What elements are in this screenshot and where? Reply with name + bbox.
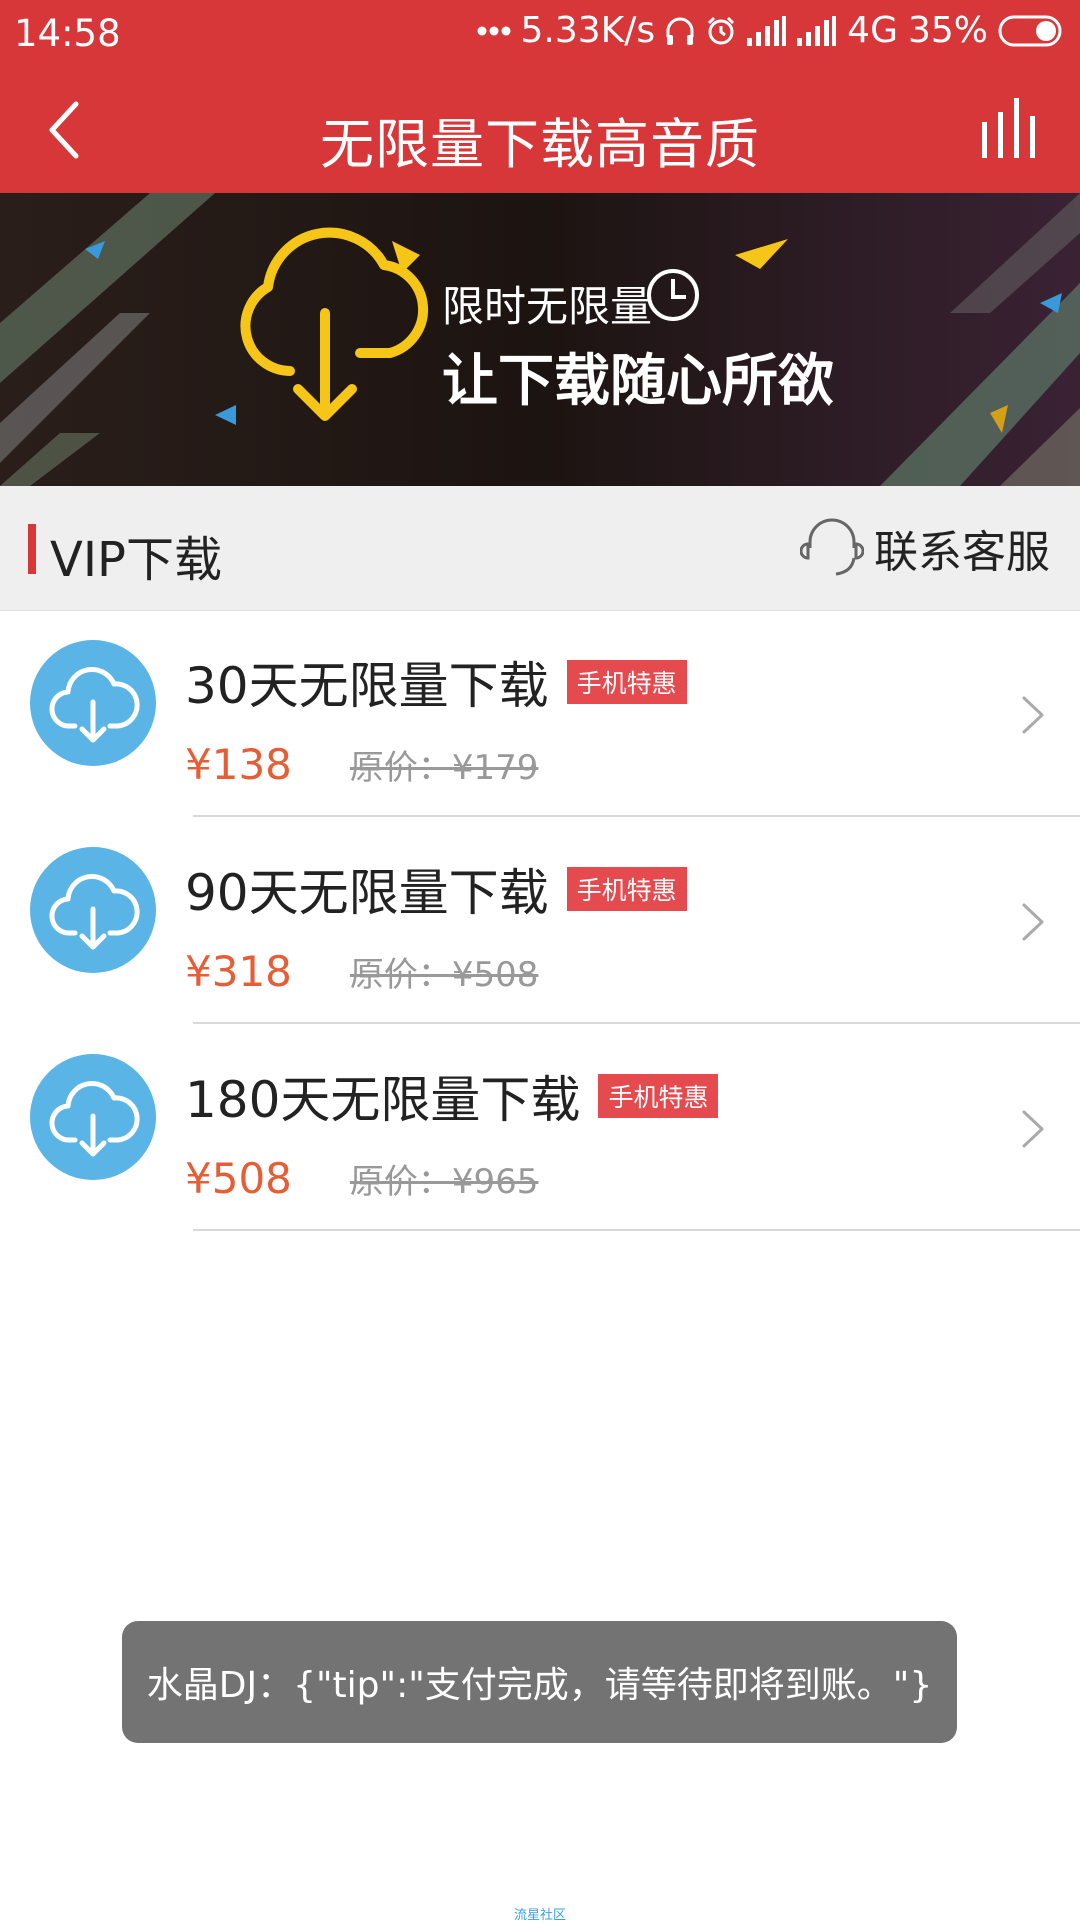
cloud-download-icon	[30, 640, 156, 766]
plan-item-30-days[interactable]: 30天无限量下载 手机特惠 ¥138 原价：¥179	[0, 610, 1080, 817]
toast-text: 水晶DJ：{"tip":"支付完成，请等待即将到账。"}	[146, 1665, 933, 1706]
contact-support-label: 联系客服	[874, 527, 1050, 578]
plan-price: ¥508	[185, 1154, 292, 1203]
plan-name: 180天无限量下载	[185, 1071, 581, 1129]
plan-badge: 手机特惠	[566, 660, 687, 704]
headphones-icon	[665, 15, 695, 47]
plan-badge: 手机特惠	[598, 1074, 719, 1118]
plan-original-price: 原价：¥508	[349, 955, 539, 995]
plan-badge: 手机特惠	[566, 867, 687, 911]
divider	[193, 1229, 1080, 1231]
cloud-download-icon	[30, 847, 156, 973]
plan-original-price: 原价：¥179	[349, 748, 539, 788]
status-indicators: 5.33K/s 4G 35%	[477, 10, 1066, 51]
contact-support-button[interactable]: 联系客服	[799, 510, 1050, 586]
battery-icon	[998, 15, 1066, 47]
plan-name: 30天无限量下载	[185, 657, 549, 715]
title-bar: 无限量下载高音质	[0, 68, 1080, 193]
signal-icon	[797, 15, 837, 46]
vip-section-header: VIP下载 联系客服	[0, 486, 1080, 611]
plan-price: ¥318	[185, 947, 292, 996]
app-header: 14:58 5.33K/s 4G 35% 无限量下载高音质	[0, 0, 1080, 193]
plan-price: ¥138	[185, 740, 292, 789]
network-speed: 5.33K/s	[520, 10, 656, 51]
equalizer-bars-icon	[982, 98, 1035, 158]
plan-item-180-days[interactable]: 180天无限量下载 手机特惠 ¥508 原价：¥965	[0, 1024, 1080, 1231]
chevron-right-icon	[1022, 696, 1044, 734]
headset-icon	[799, 514, 865, 582]
banner-line1: 限时无限量	[442, 282, 653, 331]
watermark: 流星社区	[513, 1908, 566, 1923]
more-dots-icon	[477, 26, 511, 36]
page-title: 无限量下载高音质	[320, 113, 760, 176]
equalizer-button[interactable]	[970, 90, 1050, 170]
banner-line2: 让下载随心所欲	[442, 349, 834, 414]
signal-icon	[747, 15, 787, 46]
chevron-right-icon	[1022, 903, 1044, 941]
promo-banner[interactable]: 限时无限量 让下载随心所欲	[0, 193, 1080, 486]
section-title: VIP下载	[50, 532, 222, 588]
section-accent-bar	[28, 524, 36, 574]
chevron-right-icon	[1022, 1110, 1044, 1148]
battery-percent: 35%	[907, 10, 988, 51]
cloud-download-icon	[30, 1054, 156, 1180]
plan-original-price: 原价：¥965	[349, 1162, 539, 1202]
plan-item-90-days[interactable]: 90天无限量下载 手机特惠 ¥318 原价：¥508	[0, 817, 1080, 1024]
plan-name: 90天无限量下载	[185, 864, 549, 922]
toast-message: 水晶DJ：{"tip":"支付完成，请等待即将到账。"}	[122, 1621, 957, 1743]
plan-list: 30天无限量下载 手机特惠 ¥138 原价：¥179 90天无限量下载 手机特惠…	[0, 610, 1080, 1231]
status-time: 14:58	[14, 12, 121, 55]
network-type: 4G	[847, 10, 898, 51]
status-bar: 14:58 5.33K/s 4G 35%	[0, 0, 1080, 68]
alarm-icon	[705, 15, 737, 47]
